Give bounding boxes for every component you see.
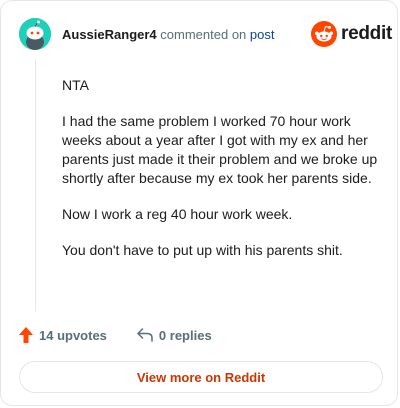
upvote-arrow-icon (19, 327, 33, 343)
comment-paragraph: NTA (62, 77, 89, 93)
embedded-comment-card: AussieRanger4 commented on post reddit N… (0, 0, 398, 406)
reddit-wordmark: reddit (341, 23, 392, 44)
comment-actions: 14 upvotes 0 replies (19, 327, 212, 343)
comment-paragraph: Now I work a reg 40 hour work week. (62, 206, 293, 222)
replies-button[interactable]: 0 replies (137, 328, 212, 343)
snoo-avatar-icon (19, 18, 51, 50)
comment-paragraph: I had the same problem I worked 70 hour … (62, 113, 378, 186)
comment-body: NTA I had the same problem I worked 70 h… (62, 76, 382, 277)
post-link[interactable]: post (250, 27, 275, 42)
thread-line (35, 59, 36, 311)
username[interactable]: AussieRanger4 (62, 27, 157, 42)
comment-header: AussieRanger4 commented on post (62, 27, 274, 42)
commented-on-text: commented on (160, 27, 247, 42)
view-more-button[interactable]: View more on Reddit (19, 361, 383, 393)
upvote-count: 14 upvotes (39, 327, 107, 343)
upvote-button[interactable]: 14 upvotes (19, 327, 107, 343)
comment-paragraph: You don't have to put up with his parent… (62, 242, 343, 258)
reply-arrow-icon (137, 328, 153, 342)
reddit-logo-icon (311, 21, 337, 47)
replies-count: 0 replies (158, 327, 212, 343)
reddit-brand[interactable]: reddit (311, 21, 392, 47)
user-avatar[interactable] (19, 18, 51, 50)
